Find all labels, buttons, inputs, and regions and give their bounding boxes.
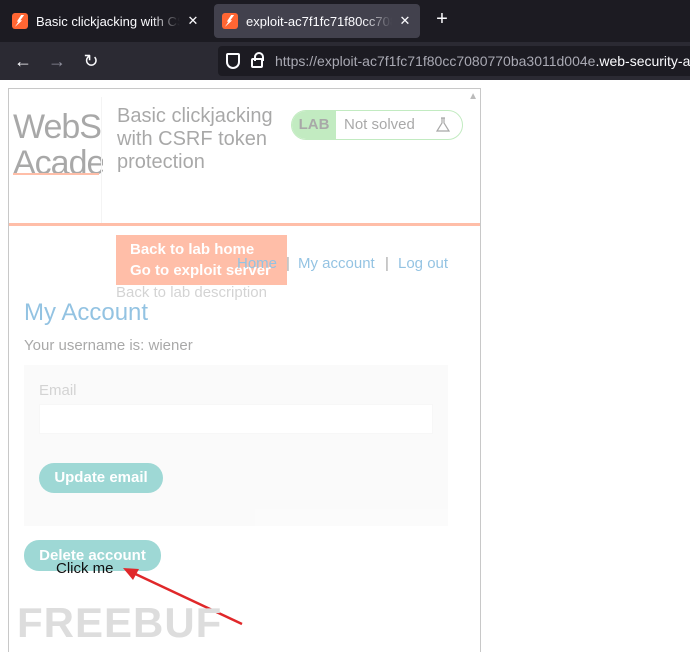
url-text[interactable]: https://exploit-ac7f1fc71f80cc7080770ba3… [275,53,690,69]
new-tab-icon[interactable]: + [432,8,452,31]
reload-icon[interactable]: ↻ [80,50,102,72]
header-rule [9,223,480,226]
tab-lab[interactable]: Basic clickjacking with CSRF token prote… [4,4,208,38]
academy-logo[interactable]: WebS Acade [13,109,103,181]
tab-exploit[interactable]: exploit-ac7f1fc71f80cc7080770ba3011d004e… [214,4,420,38]
browser-nav-bar: ← → ↻ https://exploit-ac7f1fc71f80cc7080… [0,42,690,80]
address-bar[interactable]: https://exploit-ac7f1fc71f80cc7080770ba3… [218,46,690,76]
lab-badge: LAB [292,111,336,139]
browser-tab-strip: Basic clickjacking with CSRF token prote… [0,0,690,42]
url-scheme: https:// [275,53,318,69]
url-domain: .web-security-a [595,53,690,69]
page-content: ▲ WebS Acade Basic clickjacking with CSR… [0,80,690,652]
target-iframe: ▲ WebS Acade Basic clickjacking with CSR… [8,88,481,652]
tab-title: Basic clickjacking with CSRF token prote… [36,13,180,29]
logo-line-2: Acade [13,145,103,181]
portswigger-favicon-icon [222,13,238,29]
freebuf-watermark: FREEBUF [17,599,223,646]
page-title: My Account [24,299,149,326]
header-divider [101,97,102,223]
back-arrow-icon[interactable]: ← [12,50,34,72]
tab-title: exploit-ac7f1fc71f80cc7080770ba3011d004e… [246,13,392,29]
decoy-click-me-text[interactable]: Click me [56,560,114,577]
email-label: Email [39,382,77,399]
logo-line-1: WebS [13,109,102,145]
change-email-form: Email Update email [24,365,448,526]
nav-home-link[interactable]: Home [237,255,277,272]
email-field[interactable] [39,404,433,434]
update-email-button[interactable]: Update email [39,463,163,493]
lock-icon[interactable] [251,52,264,68]
nav-separator: | [286,255,290,272]
url-subdomain: exploit-ac7f1fc71f80cc7080770ba3011d004e [317,53,596,69]
lab-status-widget: LAB Not solved [291,110,463,140]
nav-log-out-link[interactable]: Log out [398,255,448,272]
username-text: Your username is: wiener [24,337,193,354]
nav-my-account-link[interactable]: My account [298,255,375,272]
close-tab-icon[interactable]: ✕ [186,13,200,29]
nav-separator: | [385,255,389,272]
flask-icon [436,117,450,132]
scroll-up-icon[interactable]: ▲ [468,91,478,102]
portswigger-favicon-icon [12,13,28,29]
forward-arrow-icon[interactable]: → [46,50,68,72]
tracking-protection-shield-icon[interactable] [226,53,240,69]
lab-title: Basic clickjacking with CSRF token prote… [117,105,273,173]
close-tab-icon[interactable]: ✕ [398,13,412,29]
logo-underline [13,173,99,175]
